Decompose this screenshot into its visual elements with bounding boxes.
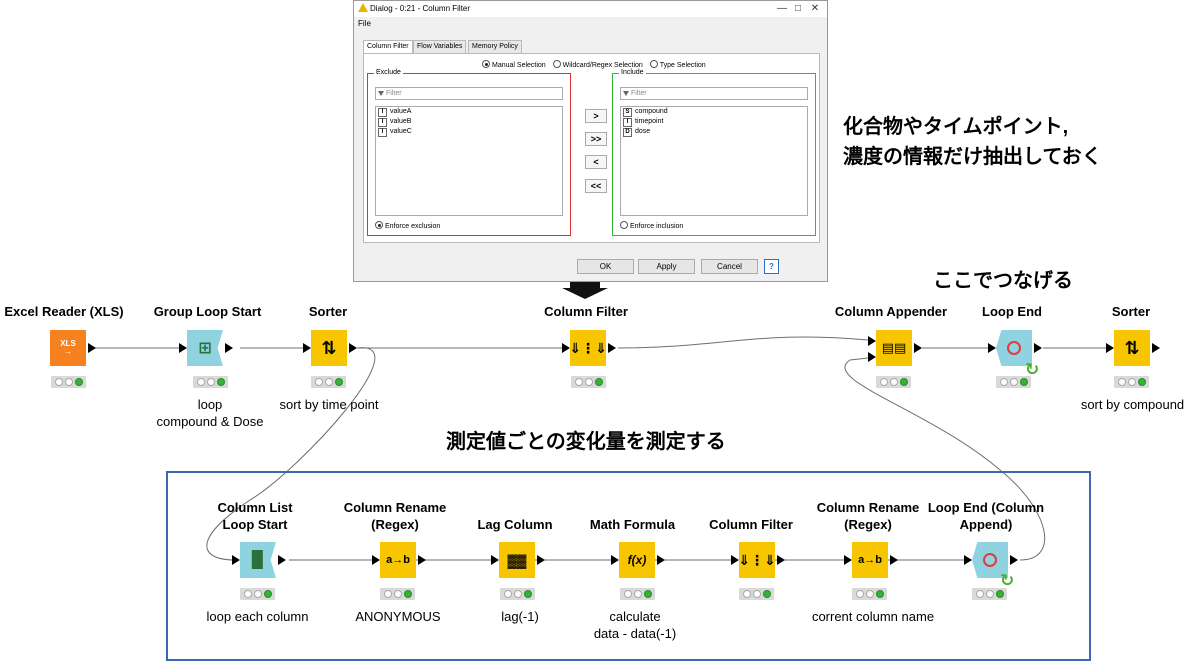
node-label-line1: loop <box>197 397 223 412</box>
node-label-line1: calculate <box>609 609 661 624</box>
column-filter-icon: ⇓⋮⇓ <box>569 330 607 366</box>
input-port-icon[interactable] <box>1106 343 1114 353</box>
status-lights <box>500 588 535 600</box>
output-port-icon[interactable] <box>777 555 785 565</box>
connection <box>617 336 869 349</box>
node-title: Math Formula <box>589 517 676 532</box>
output-port-icon[interactable] <box>349 343 357 353</box>
node-sorter[interactable]: ⇅ <box>303 330 357 366</box>
rename-icon: a→b <box>852 542 888 578</box>
node-title-line2: (Regex) <box>371 517 419 532</box>
input-port-icon[interactable] <box>491 555 499 565</box>
node-label: corrent column name <box>811 609 935 624</box>
status-lights <box>620 588 655 600</box>
input-port-icon[interactable] <box>964 555 972 565</box>
node-label: sort by time point <box>279 397 379 412</box>
input-port-icon[interactable] <box>179 343 187 353</box>
input-port-icon[interactable] <box>844 555 852 565</box>
node-title: Loop End <box>982 304 1042 319</box>
node-label: loop each column <box>206 609 309 624</box>
node-label-line2: data - data(-1) <box>593 626 677 641</box>
node-label: ANONYMOUS <box>355 609 441 624</box>
input-port-icon[interactable] <box>868 336 876 346</box>
output-port-icon[interactable] <box>1034 343 1042 353</box>
node-title: Excel Reader (XLS) <box>4 304 124 319</box>
status-lights <box>193 376 228 388</box>
lag-column-icon: ▓▓ <box>499 542 535 578</box>
input-port-icon[interactable] <box>372 555 380 565</box>
column-filter-icon: ⇓⋮⇓ <box>738 542 776 578</box>
node-title: Sorter <box>1111 304 1151 319</box>
output-port-icon[interactable] <box>657 555 665 565</box>
input-port-icon[interactable] <box>611 555 619 565</box>
node-sorter[interactable]: ⇅ <box>1106 330 1160 366</box>
output-port-icon[interactable] <box>418 555 426 565</box>
node-title-line1: Loop End (Column <box>927 500 1045 515</box>
sort-icon: ⇅ <box>1114 330 1150 366</box>
input-port-icon[interactable] <box>868 352 876 362</box>
node-column-rename-regex[interactable]: a→b <box>844 542 898 578</box>
node-column-filter[interactable]: ⇓⋮⇓ <box>562 330 616 366</box>
status-lights <box>571 376 606 388</box>
status-lights <box>51 376 86 388</box>
group-loop-icon: ⊞ <box>187 330 223 366</box>
node-title-line2: Append) <box>959 517 1013 532</box>
status-lights <box>380 588 415 600</box>
node-title: Column Filter <box>709 517 793 532</box>
output-port-icon[interactable] <box>914 343 922 353</box>
node-title: Sorter <box>308 304 348 319</box>
status-lights <box>1114 376 1149 388</box>
loop-refresh-icon: ↻ <box>1000 571 1015 590</box>
sort-icon: ⇅ <box>311 330 347 366</box>
node-title-line2: (Regex) <box>844 517 892 532</box>
excel-reader-icon: XLS → <box>50 330 86 366</box>
node-title-line1: Column Rename <box>816 500 920 515</box>
column-loop-icon: ▉ <box>240 542 276 578</box>
node-column-filter[interactable]: ⇓⋮⇓ <box>731 542 785 578</box>
output-port-icon[interactable] <box>1152 343 1160 353</box>
column-appender-icon: ▤▤ <box>876 330 912 366</box>
loop-refresh-icon: ↻ <box>1025 360 1040 379</box>
input-port-icon[interactable] <box>303 343 311 353</box>
node-title: Column Filter <box>544 304 628 319</box>
node-label: lag(-1) <box>501 609 539 624</box>
node-group-loop-start[interactable]: ⊞ <box>179 330 233 366</box>
input-port-icon[interactable] <box>988 343 996 353</box>
node-title: Column Appender <box>834 304 948 319</box>
status-lights <box>852 588 887 600</box>
node-label-line2: compound & Dose <box>156 414 264 429</box>
input-port-icon[interactable] <box>232 555 240 565</box>
output-port-icon[interactable] <box>537 555 545 565</box>
node-column-list-loop-start[interactable]: ▉ <box>232 542 286 578</box>
node-math-formula[interactable]: f(x) <box>611 542 665 578</box>
status-lights <box>739 588 774 600</box>
output-port-icon[interactable] <box>278 555 286 565</box>
node-title: Lag Column <box>477 517 553 532</box>
node-title: Group Loop Start <box>153 304 262 319</box>
output-port-icon[interactable] <box>225 343 233 353</box>
status-lights <box>240 588 275 600</box>
formula-icon: f(x) <box>619 542 655 578</box>
node-excel-reader[interactable]: XLS → <box>50 330 96 366</box>
rename-icon: a→b <box>380 542 416 578</box>
output-port-icon[interactable] <box>890 555 898 565</box>
output-port-icon[interactable] <box>88 343 96 353</box>
node-title-line1: Column Rename <box>343 500 447 515</box>
status-lights <box>311 376 346 388</box>
output-port-icon[interactable] <box>608 343 616 353</box>
node-title-line2: Loop Start <box>222 517 288 532</box>
output-port-icon[interactable] <box>1010 555 1018 565</box>
node-column-appender[interactable]: ▤▤ <box>868 330 922 366</box>
node-lag-column[interactable]: ▓▓ <box>491 542 545 578</box>
node-label: sort by compound <box>1080 397 1185 412</box>
status-lights <box>876 376 911 388</box>
node-title-line1: Column List <box>217 500 293 515</box>
node-column-rename-regex[interactable]: a→b <box>372 542 426 578</box>
